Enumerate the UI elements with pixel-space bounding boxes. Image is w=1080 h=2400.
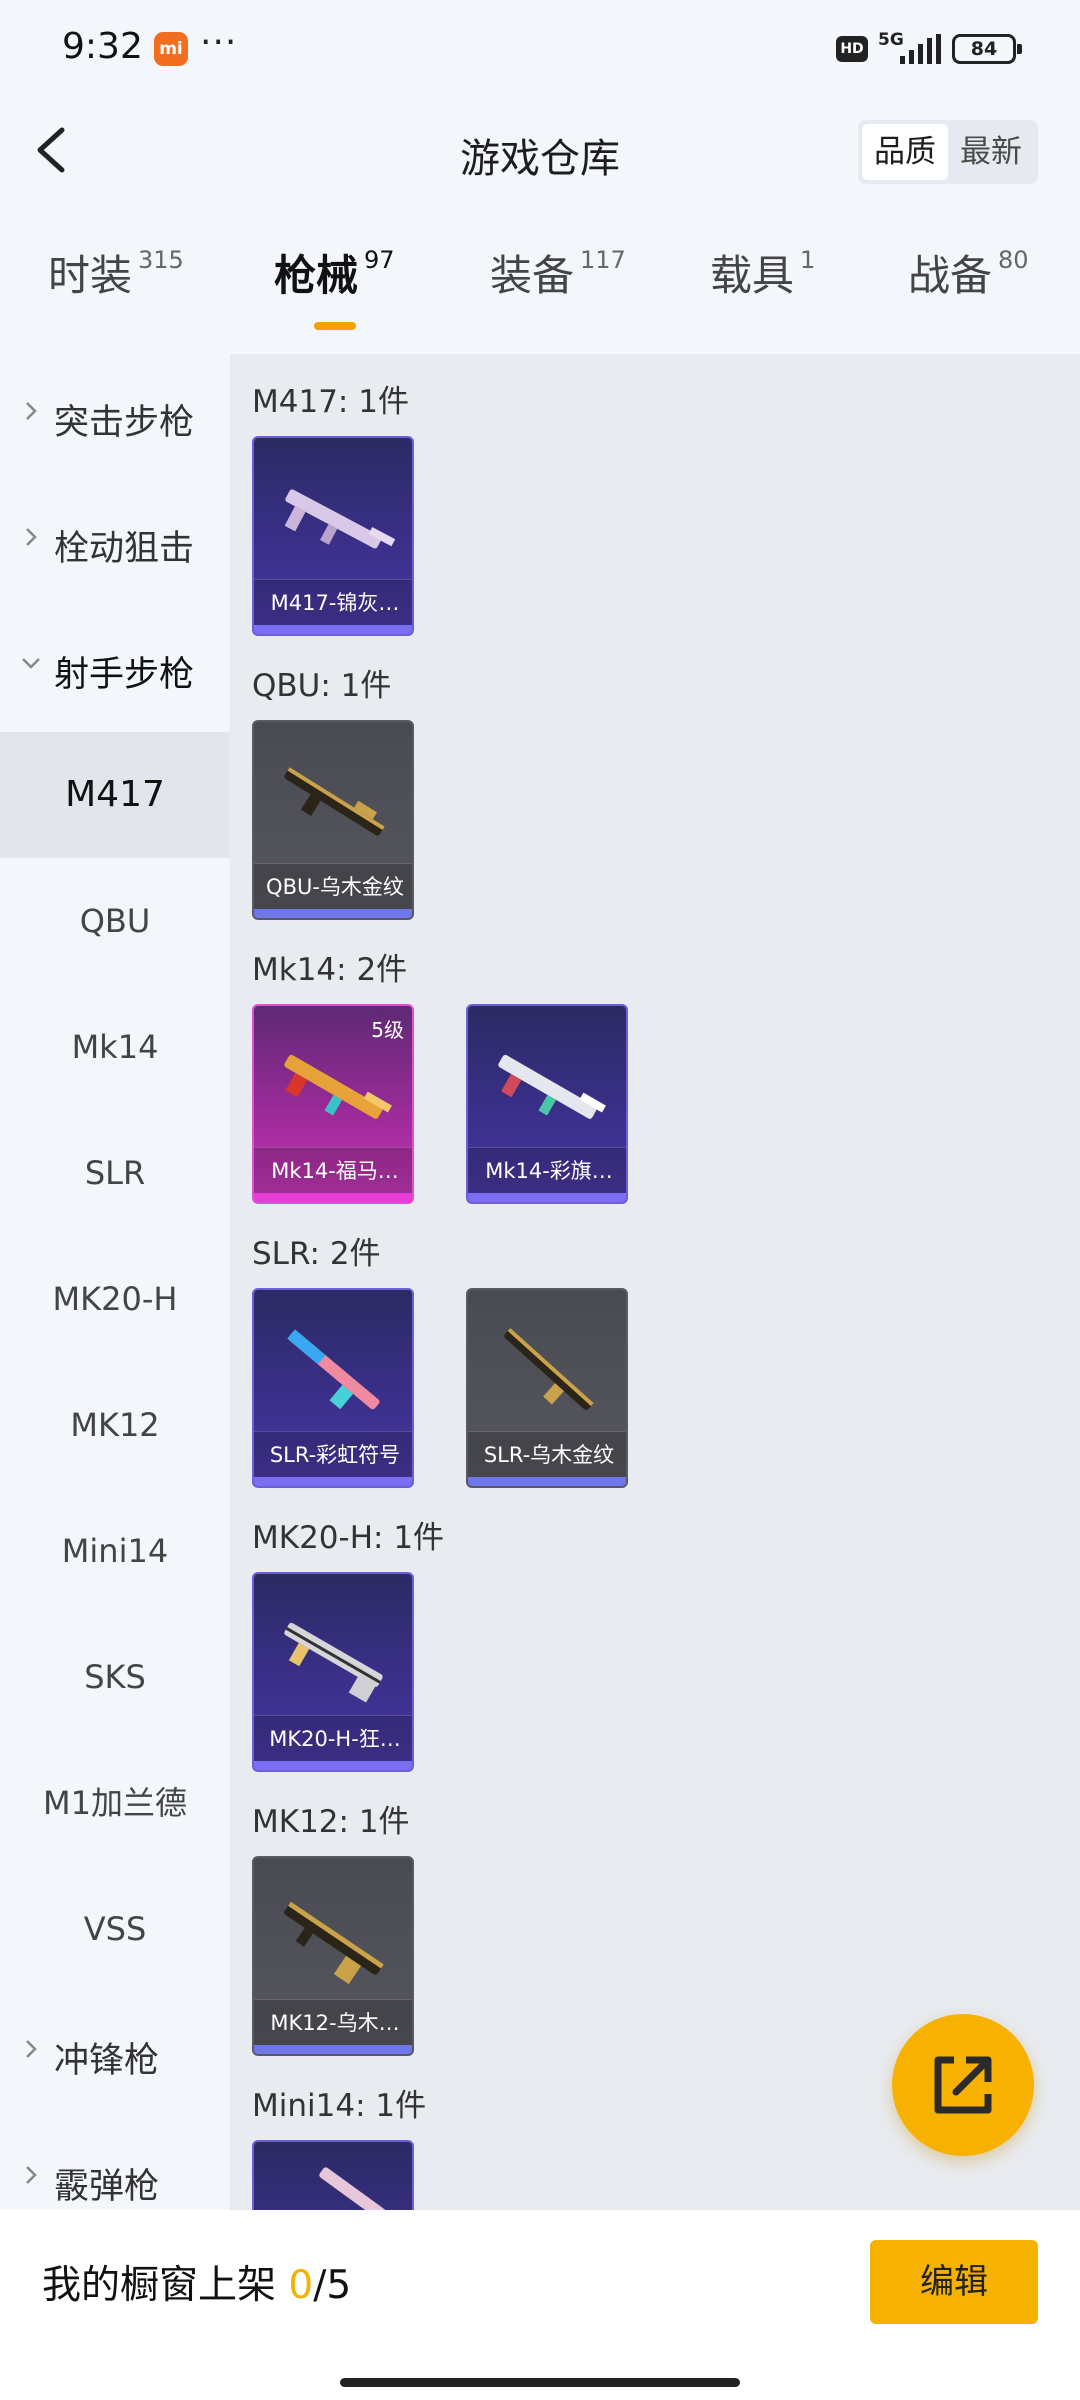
section-title: SLR: 2件 — [252, 1236, 381, 1272]
tab-outfits[interactable]: 时装 315 — [48, 242, 184, 303]
app-header: 游戏仓库 品质 最新 — [0, 100, 1080, 200]
chevron-right-icon — [26, 528, 37, 546]
quality-bar — [254, 1761, 412, 1770]
status-bar: 9:32 mi ··· HD 5G 84 — [0, 0, 1080, 100]
quality-bar — [468, 1193, 626, 1202]
sidebar-group-bolt-action-snipers[interactable]: 栓动狙击 — [0, 480, 230, 606]
skin-name: Mk14-彩旗… — [468, 1147, 626, 1193]
quality-bar — [254, 1193, 412, 1202]
skin-card[interactable]: MK12-乌木… — [252, 1856, 414, 2056]
share-icon — [934, 2056, 992, 2114]
sidebar-group-marksman-rifles[interactable]: 射手步枪 — [0, 606, 230, 732]
skin-card[interactable]: 5级 Mk14-福马… — [252, 1004, 414, 1204]
quality-bar — [254, 1477, 412, 1486]
quality-bar — [254, 909, 412, 918]
quality-bar — [254, 625, 412, 634]
showcase-status: 我的橱窗上架 0/5 — [42, 2263, 352, 2308]
quality-bar — [468, 1477, 626, 1486]
tab-equipment[interactable]: 装备 117 — [490, 242, 626, 303]
chevron-right-icon — [26, 2166, 37, 2184]
section-title: MK20-H: 1件 — [252, 1520, 445, 1556]
share-button[interactable] — [892, 2014, 1034, 2156]
sidebar-item-mk12[interactable]: MK12 — [0, 1362, 230, 1488]
showcase-total: /5 — [313, 2263, 352, 2308]
skin-card[interactable]: Mk14-彩旗… — [466, 1004, 628, 1204]
tab-guns[interactable]: 枪械 97 — [274, 242, 395, 303]
home-indicator[interactable] — [340, 2378, 740, 2387]
skin-name: MK12-乌木… — [254, 1999, 412, 2045]
sidebar-item-m1-garand[interactable]: M1加兰德 — [0, 1740, 230, 1866]
sidebar-item-sks[interactable]: SKS — [0, 1614, 230, 1740]
skin-name: SLR-乌木金纹 — [468, 1431, 626, 1477]
chevron-down-icon — [22, 658, 40, 669]
showcase-current-count: 0 — [288, 2263, 314, 2308]
section-title: MK12: 1件 — [252, 1804, 410, 1840]
hd-icon: HD — [836, 36, 868, 62]
signal-icon — [900, 34, 941, 64]
skin-card[interactable]: M417-锦灰… — [252, 436, 414, 636]
skin-name: SLR-彩虹符号 — [254, 1431, 412, 1477]
section-title: Mini14: 1件 — [252, 2088, 427, 2124]
sidebar-item-qbu[interactable]: QBU — [0, 858, 230, 984]
skin-name: Mk14-福马… — [254, 1147, 412, 1193]
skin-card[interactable] — [252, 2140, 414, 2210]
skin-card[interactable]: SLR-彩虹符号 — [252, 1288, 414, 1488]
skin-card[interactable]: QBU-乌木金纹 — [252, 720, 414, 920]
active-tab-indicator — [314, 322, 356, 330]
sidebar-item-m417[interactable]: M417 — [0, 732, 230, 858]
sidebar-item-mk14[interactable]: Mk14 — [0, 984, 230, 1110]
sidebar-item-slr[interactable]: SLR — [0, 1110, 230, 1236]
chevron-right-icon — [26, 2040, 37, 2058]
skin-card[interactable]: MK20-H-狂… — [252, 1572, 414, 1772]
category-tabs: 时装 315 枪械 97 装备 117 载具 1 战备 80 — [0, 242, 1080, 342]
sidebar-item-mini14[interactable]: Mini14 — [0, 1488, 230, 1614]
sidebar-group-assault-rifles[interactable]: 突击步枪 — [0, 354, 230, 480]
status-time: 9:32 — [62, 26, 143, 67]
chevron-right-icon — [26, 402, 37, 420]
skin-name: QBU-乌木金纹 — [254, 863, 412, 909]
sidebar-item-mk20-h[interactable]: MK20-H — [0, 1236, 230, 1362]
skin-name: MK20-H-狂… — [254, 1715, 412, 1761]
tab-gear[interactable]: 战备 80 — [908, 242, 1029, 303]
sidebar-item-vss[interactable]: VSS — [0, 1866, 230, 1992]
edit-button[interactable]: 编辑 — [870, 2240, 1038, 2324]
sort-toggle: 品质 最新 — [858, 120, 1038, 184]
mi-app-icon: mi — [154, 32, 188, 66]
section-title: M417: 1件 — [252, 384, 409, 420]
tab-vehicles[interactable]: 载具 1 — [710, 242, 815, 303]
sidebar-group-smgs[interactable]: 冲锋枪 — [0, 1992, 230, 2118]
battery-icon: 84 — [952, 34, 1022, 64]
section-title: QBU: 1件 — [252, 668, 392, 704]
sort-by-newest[interactable]: 最新 — [948, 124, 1034, 180]
rifle-icon — [319, 2167, 405, 2210]
sort-by-quality[interactable]: 品质 — [862, 124, 948, 180]
skin-name: M417-锦灰… — [254, 579, 412, 625]
quality-bar — [254, 2045, 412, 2054]
skin-card[interactable]: SLR-乌木金纹 — [466, 1288, 628, 1488]
weapon-type-sidebar: 突击步枪 栓动狙击 射手步枪 M417 QBU Mk14 SLR MK20-H … — [0, 354, 230, 2210]
showcase-footer: 我的橱窗上架 0/5 编辑 — [0, 2210, 1080, 2400]
section-title: Mk14: 2件 — [252, 952, 408, 988]
weapon-skins-list[interactable]: M417: 1件 M417-锦灰… QBU: 1件 QBU-乌木金纹 Mk14:… — [230, 354, 1080, 2210]
skin-level-badge: 5级 — [371, 1018, 404, 1042]
more-notifications-icon: ··· — [200, 22, 238, 63]
